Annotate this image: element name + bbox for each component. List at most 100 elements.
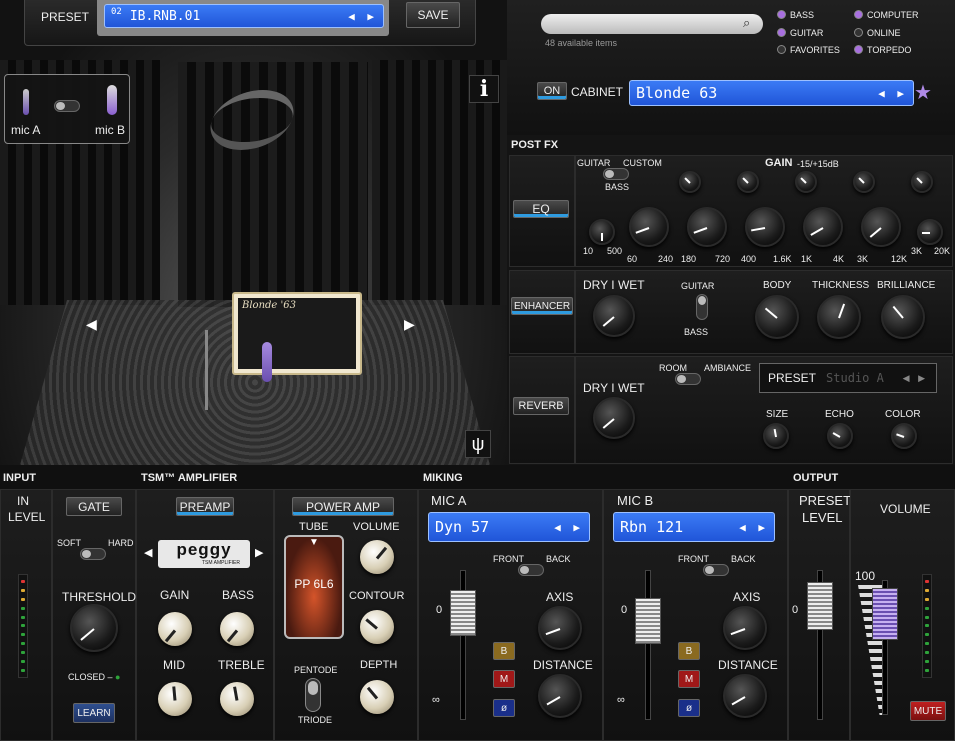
mic-b-phase-button[interactable]: ø bbox=[678, 699, 700, 717]
power-amp-button[interactable]: POWER AMP bbox=[292, 497, 394, 516]
mic-b-model-display[interactable]: Rbn 121 ◀ ▶ bbox=[613, 512, 775, 542]
tube-dropdown-icon[interactable]: ▼ bbox=[286, 537, 342, 548]
thickness-knob[interactable] bbox=[817, 295, 861, 339]
cabinet-on-button[interactable]: ON bbox=[537, 82, 567, 100]
mic-b-axis-knob[interactable] bbox=[723, 606, 767, 650]
eq-gain-knob-1[interactable] bbox=[679, 171, 701, 193]
mic-a-model-display[interactable]: Dyn 57 ◀ ▶ bbox=[428, 512, 590, 542]
mic-ab-toggle[interactable] bbox=[54, 100, 80, 112]
treble-knob[interactable] bbox=[220, 682, 254, 716]
cabinet-arrows-icon[interactable]: ◀ ▶ bbox=[878, 87, 907, 100]
enhancer-drywet-knob[interactable] bbox=[593, 295, 635, 337]
eq-gain-knob-4[interactable] bbox=[853, 171, 875, 193]
eq-highcut-knob[interactable] bbox=[917, 219, 943, 245]
eq-lowcut-knob[interactable] bbox=[589, 219, 615, 245]
eq-gain-knob-5[interactable] bbox=[911, 171, 933, 193]
output-level-label: LEVEL bbox=[802, 510, 843, 525]
mic-on-stage[interactable] bbox=[262, 342, 272, 382]
eq-freq-knob-3[interactable] bbox=[745, 207, 785, 247]
eq-freq-label: 4K bbox=[833, 254, 845, 264]
amp-logo-panel[interactable]: peggy TSM AMPLIFIER bbox=[158, 540, 250, 568]
eq-freq-knob-5[interactable] bbox=[861, 207, 901, 247]
mic-a-icon[interactable] bbox=[23, 89, 29, 115]
mic-a-fader[interactable] bbox=[450, 590, 476, 636]
mic-b-mute-button[interactable]: M bbox=[678, 670, 700, 688]
mic-a-phase-button[interactable]: ø bbox=[493, 699, 515, 717]
mic-a-mute-button[interactable]: M bbox=[493, 670, 515, 688]
preamp-button[interactable]: PREAMP bbox=[176, 497, 234, 516]
threshold-knob[interactable] bbox=[70, 604, 118, 652]
enhancer-button[interactable]: ENHANCER bbox=[511, 297, 573, 315]
filter-bass[interactable]: BASS bbox=[777, 10, 814, 20]
mic-a-front-back-toggle[interactable] bbox=[518, 564, 544, 576]
prev-amp-arrow-icon[interactable]: ◀ bbox=[144, 546, 152, 559]
mic-b-fader[interactable] bbox=[635, 598, 661, 644]
next-amp-arrow-icon[interactable]: ▶ bbox=[255, 546, 263, 559]
reverb-preset-arrows-icon[interactable]: ◀ ▶ bbox=[903, 373, 928, 384]
preset-display[interactable]: 02 IB.RNB.01 ◀ ▶ bbox=[104, 4, 384, 28]
eq-gain-knob-3[interactable] bbox=[795, 171, 817, 193]
reverb-button[interactable]: REVERB bbox=[513, 397, 569, 415]
favorite-star-icon[interactable]: ★ bbox=[914, 80, 932, 105]
filter-guitar[interactable]: GUITAR bbox=[777, 28, 823, 38]
search-input[interactable] bbox=[541, 14, 763, 34]
preset-level-fader[interactable] bbox=[807, 582, 833, 630]
eq-freq-knob-4[interactable] bbox=[803, 207, 843, 247]
eq-button[interactable]: EQ bbox=[513, 200, 569, 218]
eq-freq-label: 3K bbox=[911, 246, 923, 256]
mic-b-fader-track[interactable] bbox=[645, 570, 651, 720]
reverb-preset-box[interactable]: PRESET Studio A ◀ ▶ bbox=[759, 363, 937, 393]
eq-freq-knob-2[interactable] bbox=[687, 207, 727, 247]
prev-cabinet-arrow-icon[interactable]: ◀ bbox=[86, 316, 97, 333]
mic-b-icon[interactable] bbox=[107, 85, 117, 115]
size-knob[interactable] bbox=[763, 423, 789, 449]
search-icon[interactable]: ⌕ bbox=[743, 15, 750, 31]
gate-mode-toggle[interactable] bbox=[80, 548, 106, 560]
mic-a-axis-knob[interactable] bbox=[538, 606, 582, 650]
mic-a-bass-button[interactable]: B bbox=[493, 642, 515, 660]
filter-favorites[interactable]: FAVORITES bbox=[777, 45, 840, 55]
learn-button[interactable]: LEARN bbox=[73, 703, 115, 723]
room-label: ROOM bbox=[659, 363, 687, 373]
mic-b-arrows-icon[interactable]: ◀ ▶ bbox=[739, 521, 768, 534]
mic-a-arrows-icon[interactable]: ◀ ▶ bbox=[554, 521, 583, 534]
save-button[interactable]: SAVE bbox=[406, 2, 460, 28]
preset-arrows-icon[interactable]: ◀ ▶ bbox=[348, 10, 377, 23]
volume-knob[interactable] bbox=[360, 540, 394, 574]
body-knob[interactable] bbox=[755, 295, 799, 339]
mic-b-bass-button[interactable]: B bbox=[678, 642, 700, 660]
brilliance-knob[interactable] bbox=[881, 295, 925, 339]
contour-knob[interactable] bbox=[360, 610, 394, 644]
cabinet-display[interactable]: Blonde 63 ◀ ▶ bbox=[629, 80, 914, 106]
reverb-drywet-knob[interactable] bbox=[593, 397, 635, 439]
eq-mode-toggle[interactable] bbox=[603, 168, 629, 180]
gate-button[interactable]: GATE bbox=[66, 497, 122, 516]
color-knob[interactable] bbox=[891, 423, 917, 449]
cabinet-image[interactable]: Blonde '63 bbox=[232, 292, 362, 375]
mic-b-front-back-toggle[interactable] bbox=[703, 564, 729, 576]
eq-gain-knob-2[interactable] bbox=[737, 171, 759, 193]
mute-button[interactable]: MUTE bbox=[910, 701, 946, 721]
bass-knob[interactable] bbox=[220, 612, 254, 646]
output-volume-fader[interactable] bbox=[872, 588, 898, 640]
reverb-mode-toggle[interactable] bbox=[675, 373, 701, 385]
gain-label: GAIN bbox=[160, 588, 190, 602]
depth-knob[interactable] bbox=[360, 680, 394, 714]
filter-online[interactable]: ONLINE bbox=[854, 28, 901, 38]
info-button[interactable]: i bbox=[469, 75, 499, 103]
pentode-triode-switch[interactable] bbox=[305, 678, 321, 712]
mid-knob[interactable] bbox=[158, 682, 192, 716]
mic-stand[interactable] bbox=[205, 330, 208, 410]
tube-selector[interactable]: ▼ PP 6L6 bbox=[284, 535, 344, 639]
enhancer-guitar-label: GUITAR bbox=[681, 281, 715, 291]
filter-computer[interactable]: COMPUTER bbox=[854, 10, 919, 20]
eq-freq-knob-1[interactable] bbox=[629, 207, 669, 247]
tuner-fork-icon[interactable]: ψ bbox=[465, 430, 491, 458]
filter-torpedo[interactable]: TORPEDO bbox=[854, 45, 911, 55]
next-cabinet-arrow-icon[interactable]: ▶ bbox=[404, 316, 415, 333]
mic-b-distance-knob[interactable] bbox=[723, 674, 767, 718]
gain-knob[interactable] bbox=[158, 612, 192, 646]
mic-a-distance-knob[interactable] bbox=[538, 674, 582, 718]
echo-knob[interactable] bbox=[827, 423, 853, 449]
enhancer-mode-toggle[interactable] bbox=[696, 294, 708, 320]
